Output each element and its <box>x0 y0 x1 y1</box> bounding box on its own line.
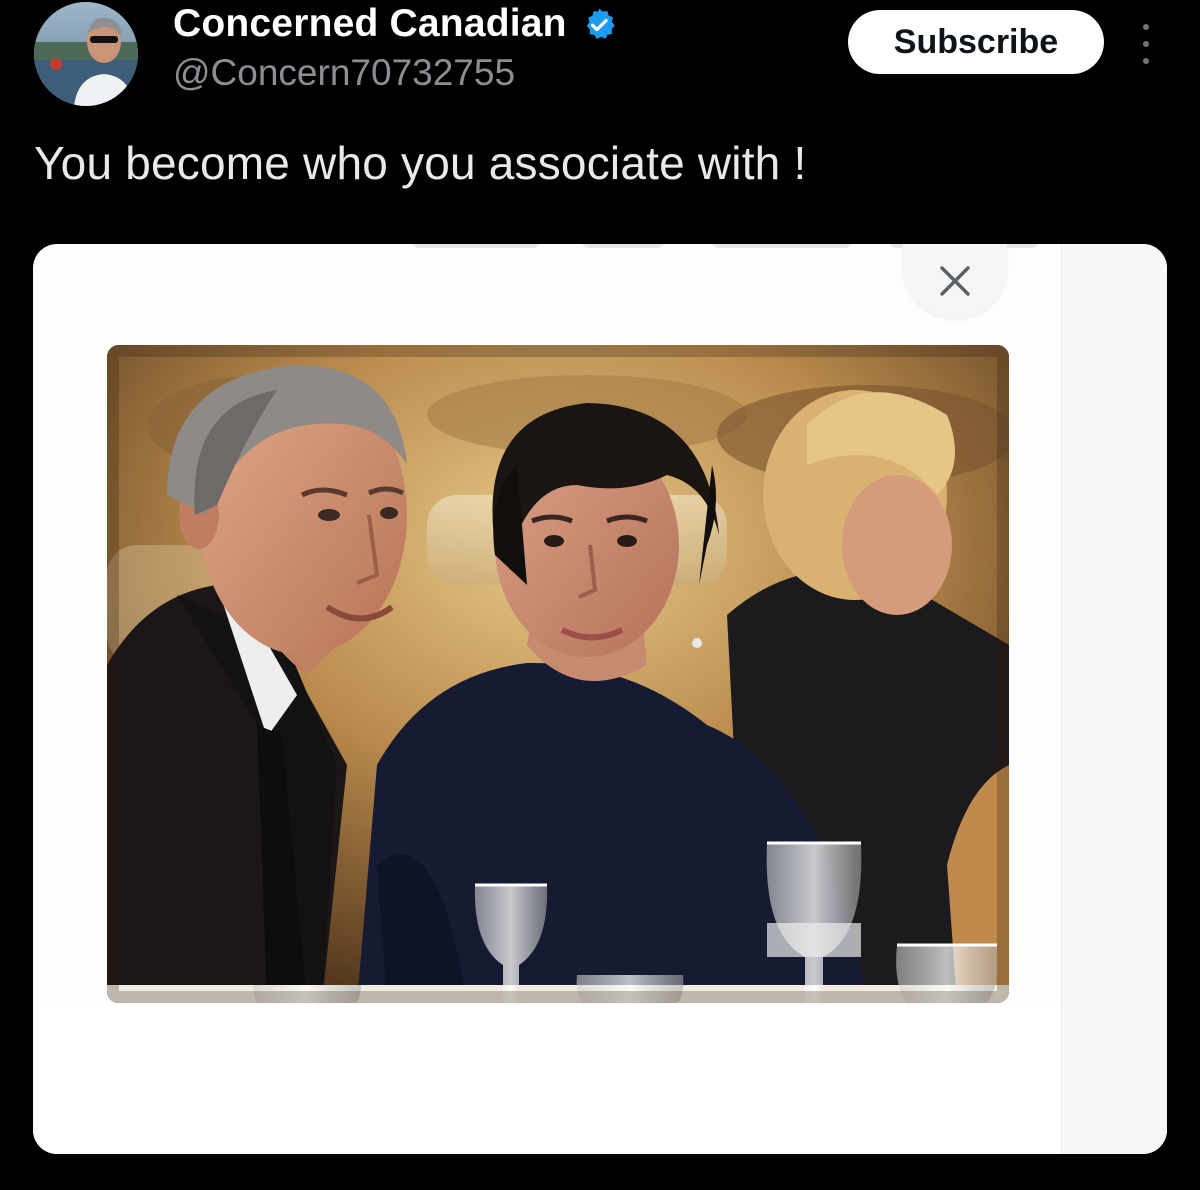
subscribe-button[interactable]: Subscribe <box>848 10 1104 74</box>
more-dot <box>1143 58 1149 64</box>
more-vertical-icon[interactable] <box>1134 24 1158 64</box>
post-text: You become who you associate with ! <box>34 137 807 189</box>
more-dot <box>1143 24 1149 30</box>
media-card-footer-area <box>33 1003 1061 1154</box>
post-header: Concerned Canadian @Concern70732755 Subs… <box>0 0 1200 130</box>
author-handle[interactable]: @Concern70732755 <box>173 52 515 94</box>
close-icon[interactable] <box>903 244 1007 318</box>
verified-badge-icon[interactable] <box>581 7 617 43</box>
author-display-name[interactable]: Concerned Canadian <box>173 2 567 46</box>
more-dot <box>1143 41 1149 47</box>
post-media-card[interactable] <box>33 244 1167 1154</box>
media-card-side-panel <box>1061 244 1167 1154</box>
post-photo[interactable] <box>107 345 1009 1003</box>
author-name-row: Concerned Canadian <box>173 2 617 46</box>
avatar[interactable] <box>34 2 138 106</box>
